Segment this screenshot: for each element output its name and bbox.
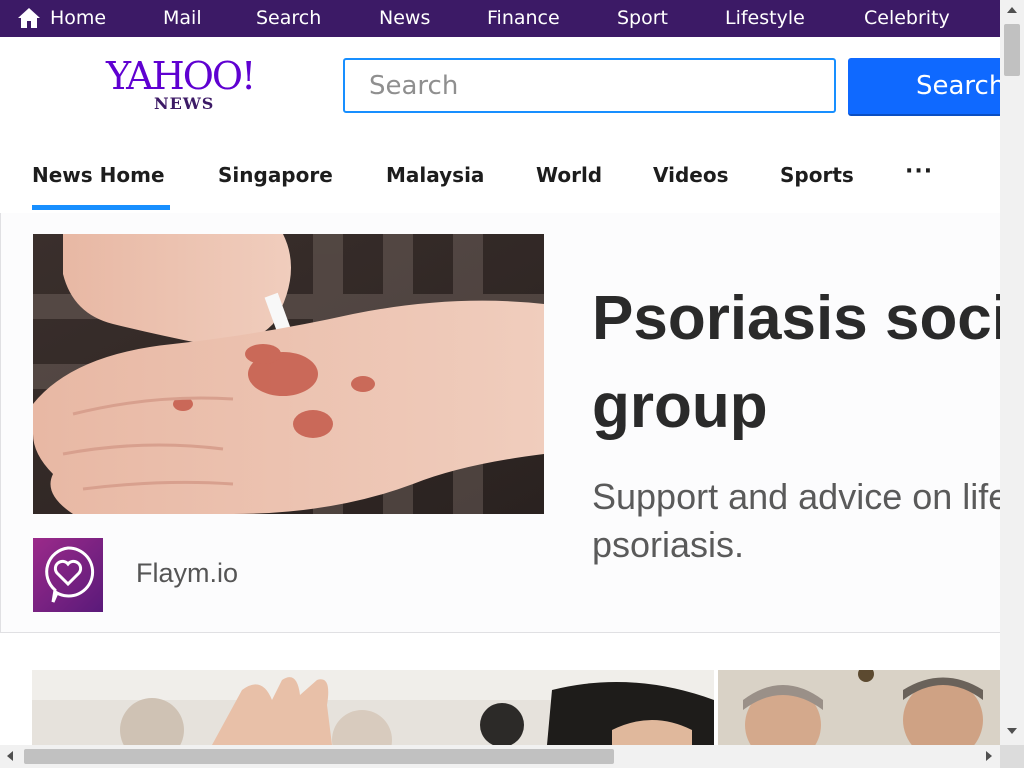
sponsor-logo[interactable] xyxy=(33,538,103,612)
vertical-scrollbar-thumb[interactable] xyxy=(1004,24,1020,76)
ad-description: Support and advice on life psoriasis. xyxy=(592,473,1024,569)
top-nav-sport[interactable]: Sport xyxy=(617,0,668,37)
tab-news-home[interactable]: News Home xyxy=(32,163,165,187)
top-nav-lifestyle[interactable]: Lifestyle xyxy=(725,0,805,37)
sponsored-ad-card[interactable]: Flaym.io Psoriasis socia group Support a… xyxy=(0,213,1024,633)
top-nav-celebrity[interactable]: Celebrity xyxy=(864,0,950,37)
tab-singapore[interactable]: Singapore xyxy=(218,163,333,187)
story-image[interactable] xyxy=(32,670,714,745)
top-nav-finance[interactable]: Finance xyxy=(487,0,560,37)
search-button[interactable]: Search xyxy=(848,58,1018,116)
top-nav-bar: Home Mail Search News Finance Sport Life… xyxy=(0,0,1000,37)
ad-headline-line: Psoriasis socia xyxy=(592,284,1024,353)
logo-wordmark: YAHOO! xyxy=(106,54,256,98)
ad-headline-line: group xyxy=(592,372,768,441)
scroll-down-arrow-icon[interactable] xyxy=(1007,728,1017,734)
section-nav: News Home Singapore Malaysia World Video… xyxy=(0,137,1000,214)
tab-videos[interactable]: Videos xyxy=(653,163,729,187)
vertical-scrollbar[interactable] xyxy=(1000,0,1024,745)
tab-malaysia[interactable]: Malaysia xyxy=(386,163,484,187)
top-nav-mail[interactable]: Mail xyxy=(163,0,202,37)
scroll-right-arrow-icon[interactable] xyxy=(986,751,992,761)
top-nav-home[interactable]: Home xyxy=(50,0,106,37)
horizontal-scrollbar-thumb[interactable] xyxy=(24,749,614,764)
ad-headline[interactable]: Psoriasis socia group xyxy=(592,275,1024,451)
sponsor-name[interactable]: Flaym.io xyxy=(136,558,238,589)
search-input[interactable] xyxy=(343,58,836,113)
top-nav-news[interactable]: News xyxy=(379,0,430,37)
active-tab-indicator xyxy=(32,205,170,210)
scroll-left-arrow-icon[interactable] xyxy=(7,751,13,761)
story-image[interactable] xyxy=(718,670,1000,745)
ad-description-line: psoriasis. xyxy=(592,524,745,565)
logo-subtitle: NEWS xyxy=(154,94,215,113)
more-menu-button[interactable]: ··· xyxy=(905,159,933,184)
yahoo-news-logo[interactable]: YAHOO! NEWS xyxy=(106,55,256,115)
top-nav-search[interactable]: Search xyxy=(256,0,321,37)
ad-image[interactable] xyxy=(33,234,544,514)
scroll-up-arrow-icon[interactable] xyxy=(1007,7,1017,13)
tab-world[interactable]: World xyxy=(536,163,602,187)
tab-sports[interactable]: Sports xyxy=(780,163,854,187)
ad-description-line: Support and advice on life xyxy=(592,476,1009,517)
home-icon[interactable] xyxy=(17,6,41,30)
header: YAHOO! NEWS Search xyxy=(0,37,1018,137)
scrollbar-corner xyxy=(1000,745,1024,768)
